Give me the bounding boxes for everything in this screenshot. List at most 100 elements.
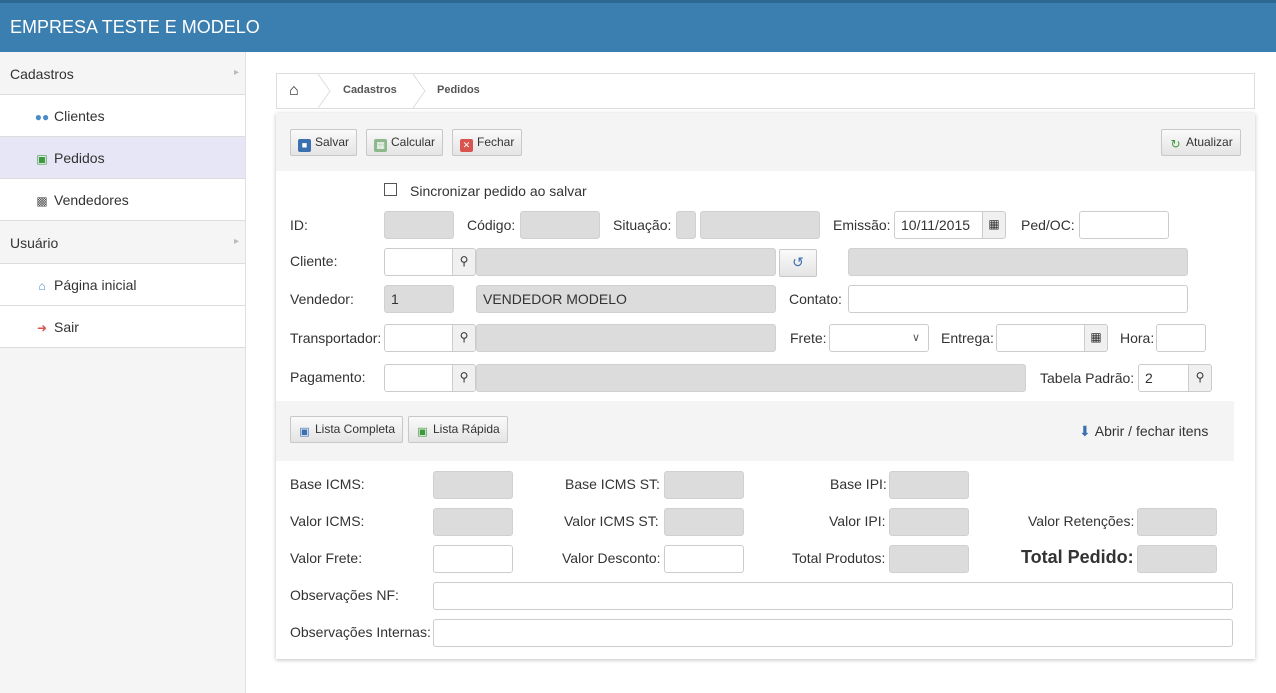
sidebar-item-pagina-inicial[interactable]: ⌂ Página inicial <box>0 264 245 306</box>
lista-rapida-button[interactable]: ▣ Lista Rápida <box>408 416 508 443</box>
pagamento-code-field[interactable] <box>384 364 454 392</box>
cliente-label: Cliente: <box>290 253 338 269</box>
entrega-field[interactable] <box>996 324 1086 352</box>
tabela-label: Tabela Padrão: <box>1040 370 1135 386</box>
search-icon[interactable]: ⚲ <box>452 324 476 352</box>
toggle-items-link[interactable]: ⬇ Abrir / fechar itens <box>1079 423 1208 440</box>
contato-field[interactable] <box>848 285 1188 313</box>
situacao-label: Situação: <box>613 217 672 233</box>
sidebar-item-label: Sair <box>54 319 79 335</box>
pagamento-name-field <box>476 364 1026 392</box>
search-icon[interactable]: ⚲ <box>1188 364 1212 392</box>
obs-internas-field[interactable] <box>433 619 1233 647</box>
breadcrumb: ⌂ Cadastros Pedidos <box>276 73 1255 109</box>
base-icms-st-field <box>664 471 744 499</box>
save-button-label: Salvar <box>315 135 350 149</box>
toolbar: ■ Salvar ▦ Calcular ✕ Fechar ↻ Atualizar <box>276 113 1255 171</box>
total-pedido-label: Total Pedido: <box>1021 547 1134 567</box>
close-button[interactable]: ✕ Fechar <box>452 129 523 156</box>
sidebar-item-pedidos[interactable]: ▣ Pedidos <box>0 137 245 179</box>
vendedor-label: Vendedor: <box>290 291 354 307</box>
id-field <box>384 211 454 239</box>
refresh-button[interactable]: ↻ Atualizar <box>1161 129 1241 156</box>
search-icon[interactable]: ⚲ <box>452 248 476 276</box>
obs-internas-label: Observações Internas: <box>290 624 431 640</box>
total-pedido-field <box>1137 545 1217 573</box>
cart-icon: ▣ <box>417 426 428 438</box>
pedoc-field[interactable] <box>1079 211 1169 239</box>
contato-label: Contato: <box>789 291 842 307</box>
obs-nf-label: Observações NF: <box>290 587 399 603</box>
tabela-field[interactable]: 2 <box>1138 364 1190 392</box>
app-title: EMPRESA TESTE E MODELO <box>10 17 260 37</box>
top-bar: EMPRESA TESTE E MODELO <box>0 0 1276 52</box>
refresh-button-label: Atualizar <box>1186 135 1233 149</box>
total-produtos-field <box>889 545 969 573</box>
codigo-label: Código: <box>467 217 516 233</box>
base-ipi-field <box>889 471 969 499</box>
transportador-code-field[interactable] <box>384 324 454 352</box>
sidebar-section-label: Usuário <box>10 235 59 251</box>
cliente-name-field <box>476 248 776 276</box>
sidebar-item-sair[interactable]: ➜ Sair <box>0 306 245 348</box>
toggle-items-label: Abrir / fechar itens <box>1094 423 1209 439</box>
cart-icon: ▣ <box>299 426 310 438</box>
hora-label: Hora: <box>1120 330 1155 346</box>
cart-icon: ▣ <box>36 152 48 166</box>
sidebar-item-vendedores[interactable]: ▩ Vendedores <box>0 179 245 221</box>
frete-select[interactable]: ∨ <box>829 324 929 352</box>
cliente-code-field[interactable] <box>384 248 454 276</box>
vendedor-code-field: 1 <box>384 285 454 313</box>
sidebar-item-label: Página inicial <box>54 277 137 293</box>
valor-icms-st-label: Valor ICMS ST: <box>564 513 659 529</box>
close-button-label: Fechar <box>477 135 515 149</box>
frete-label: Frete: <box>790 330 827 346</box>
base-ipi-label: Base IPI: <box>830 476 887 492</box>
lista-completa-button[interactable]: ▣ Lista Completa <box>290 416 404 443</box>
floppy-icon: ■ <box>298 139 311 152</box>
home-icon[interactable]: ⌂ <box>289 82 299 100</box>
valor-desconto-field[interactable] <box>664 545 744 573</box>
valor-ipi-label: Valor IPI: <box>829 513 886 529</box>
breadcrumb-item-cadastros[interactable]: Cadastros <box>343 84 397 96</box>
sync-checkbox[interactable] <box>384 183 397 196</box>
pedoc-label: Ped/OC: <box>1021 217 1075 233</box>
situacao-field <box>700 211 820 239</box>
valor-retencoes-label: Valor Retenções: <box>1028 513 1135 529</box>
calculate-button[interactable]: ▦ Calcular <box>366 129 444 156</box>
sidebar-section-usuario[interactable]: Usuário ▸ <box>0 221 245 264</box>
chevron-down-icon: ∨ <box>911 332 920 344</box>
breadcrumb-item-pedidos[interactable]: Pedidos <box>437 84 480 96</box>
vendedor-name-field: VENDEDOR MODELO <box>476 285 776 313</box>
calculate-button-label: Calcular <box>391 135 436 149</box>
base-icms-label: Base ICMS: <box>290 476 365 492</box>
valor-frete-label: Valor Frete: <box>290 550 363 566</box>
breadcrumb-separator <box>318 74 331 108</box>
obs-nf-field[interactable] <box>433 582 1233 610</box>
sidebar: Cadastros ▸ ●● Clientes ▣ Pedidos ▩ Vendedo… <box>0 52 246 693</box>
sidebar-item-label: Clientes <box>54 108 105 124</box>
sidebar-section-cadastros[interactable]: Cadastros ▸ <box>0 52 245 95</box>
calendar-icon[interactable]: ▦ <box>982 211 1006 239</box>
sitemap-icon: ▩ <box>36 194 48 208</box>
valor-icms-label: Valor ICMS: <box>290 513 365 529</box>
emissao-field[interactable]: 10/11/2015 <box>894 211 984 239</box>
valor-frete-field[interactable] <box>433 545 513 573</box>
search-icon[interactable]: ⚲ <box>452 364 476 392</box>
valor-icms-field <box>433 508 513 536</box>
users-icon: ●● <box>34 110 50 124</box>
sidebar-item-clientes[interactable]: ●● Clientes <box>0 95 245 137</box>
save-button[interactable]: ■ Salvar <box>290 129 358 156</box>
sync-label: Sincronizar pedido ao salvar <box>410 183 587 199</box>
reload-cliente-button[interactable]: ↺ <box>779 249 817 277</box>
transportador-name-field <box>476 324 776 352</box>
close-icon: ✕ <box>460 139 473 152</box>
emissao-label: Emissão: <box>833 217 891 233</box>
calendar-icon[interactable]: ▦ <box>1084 324 1108 352</box>
valor-retencoes-field <box>1137 508 1217 536</box>
lista-rapida-label: Lista Rápida <box>433 422 500 436</box>
logout-icon: ➜ <box>36 321 48 335</box>
sidebar-item-label: Vendedores <box>54 192 129 208</box>
hora-field[interactable] <box>1156 324 1206 352</box>
base-icms-field <box>433 471 513 499</box>
